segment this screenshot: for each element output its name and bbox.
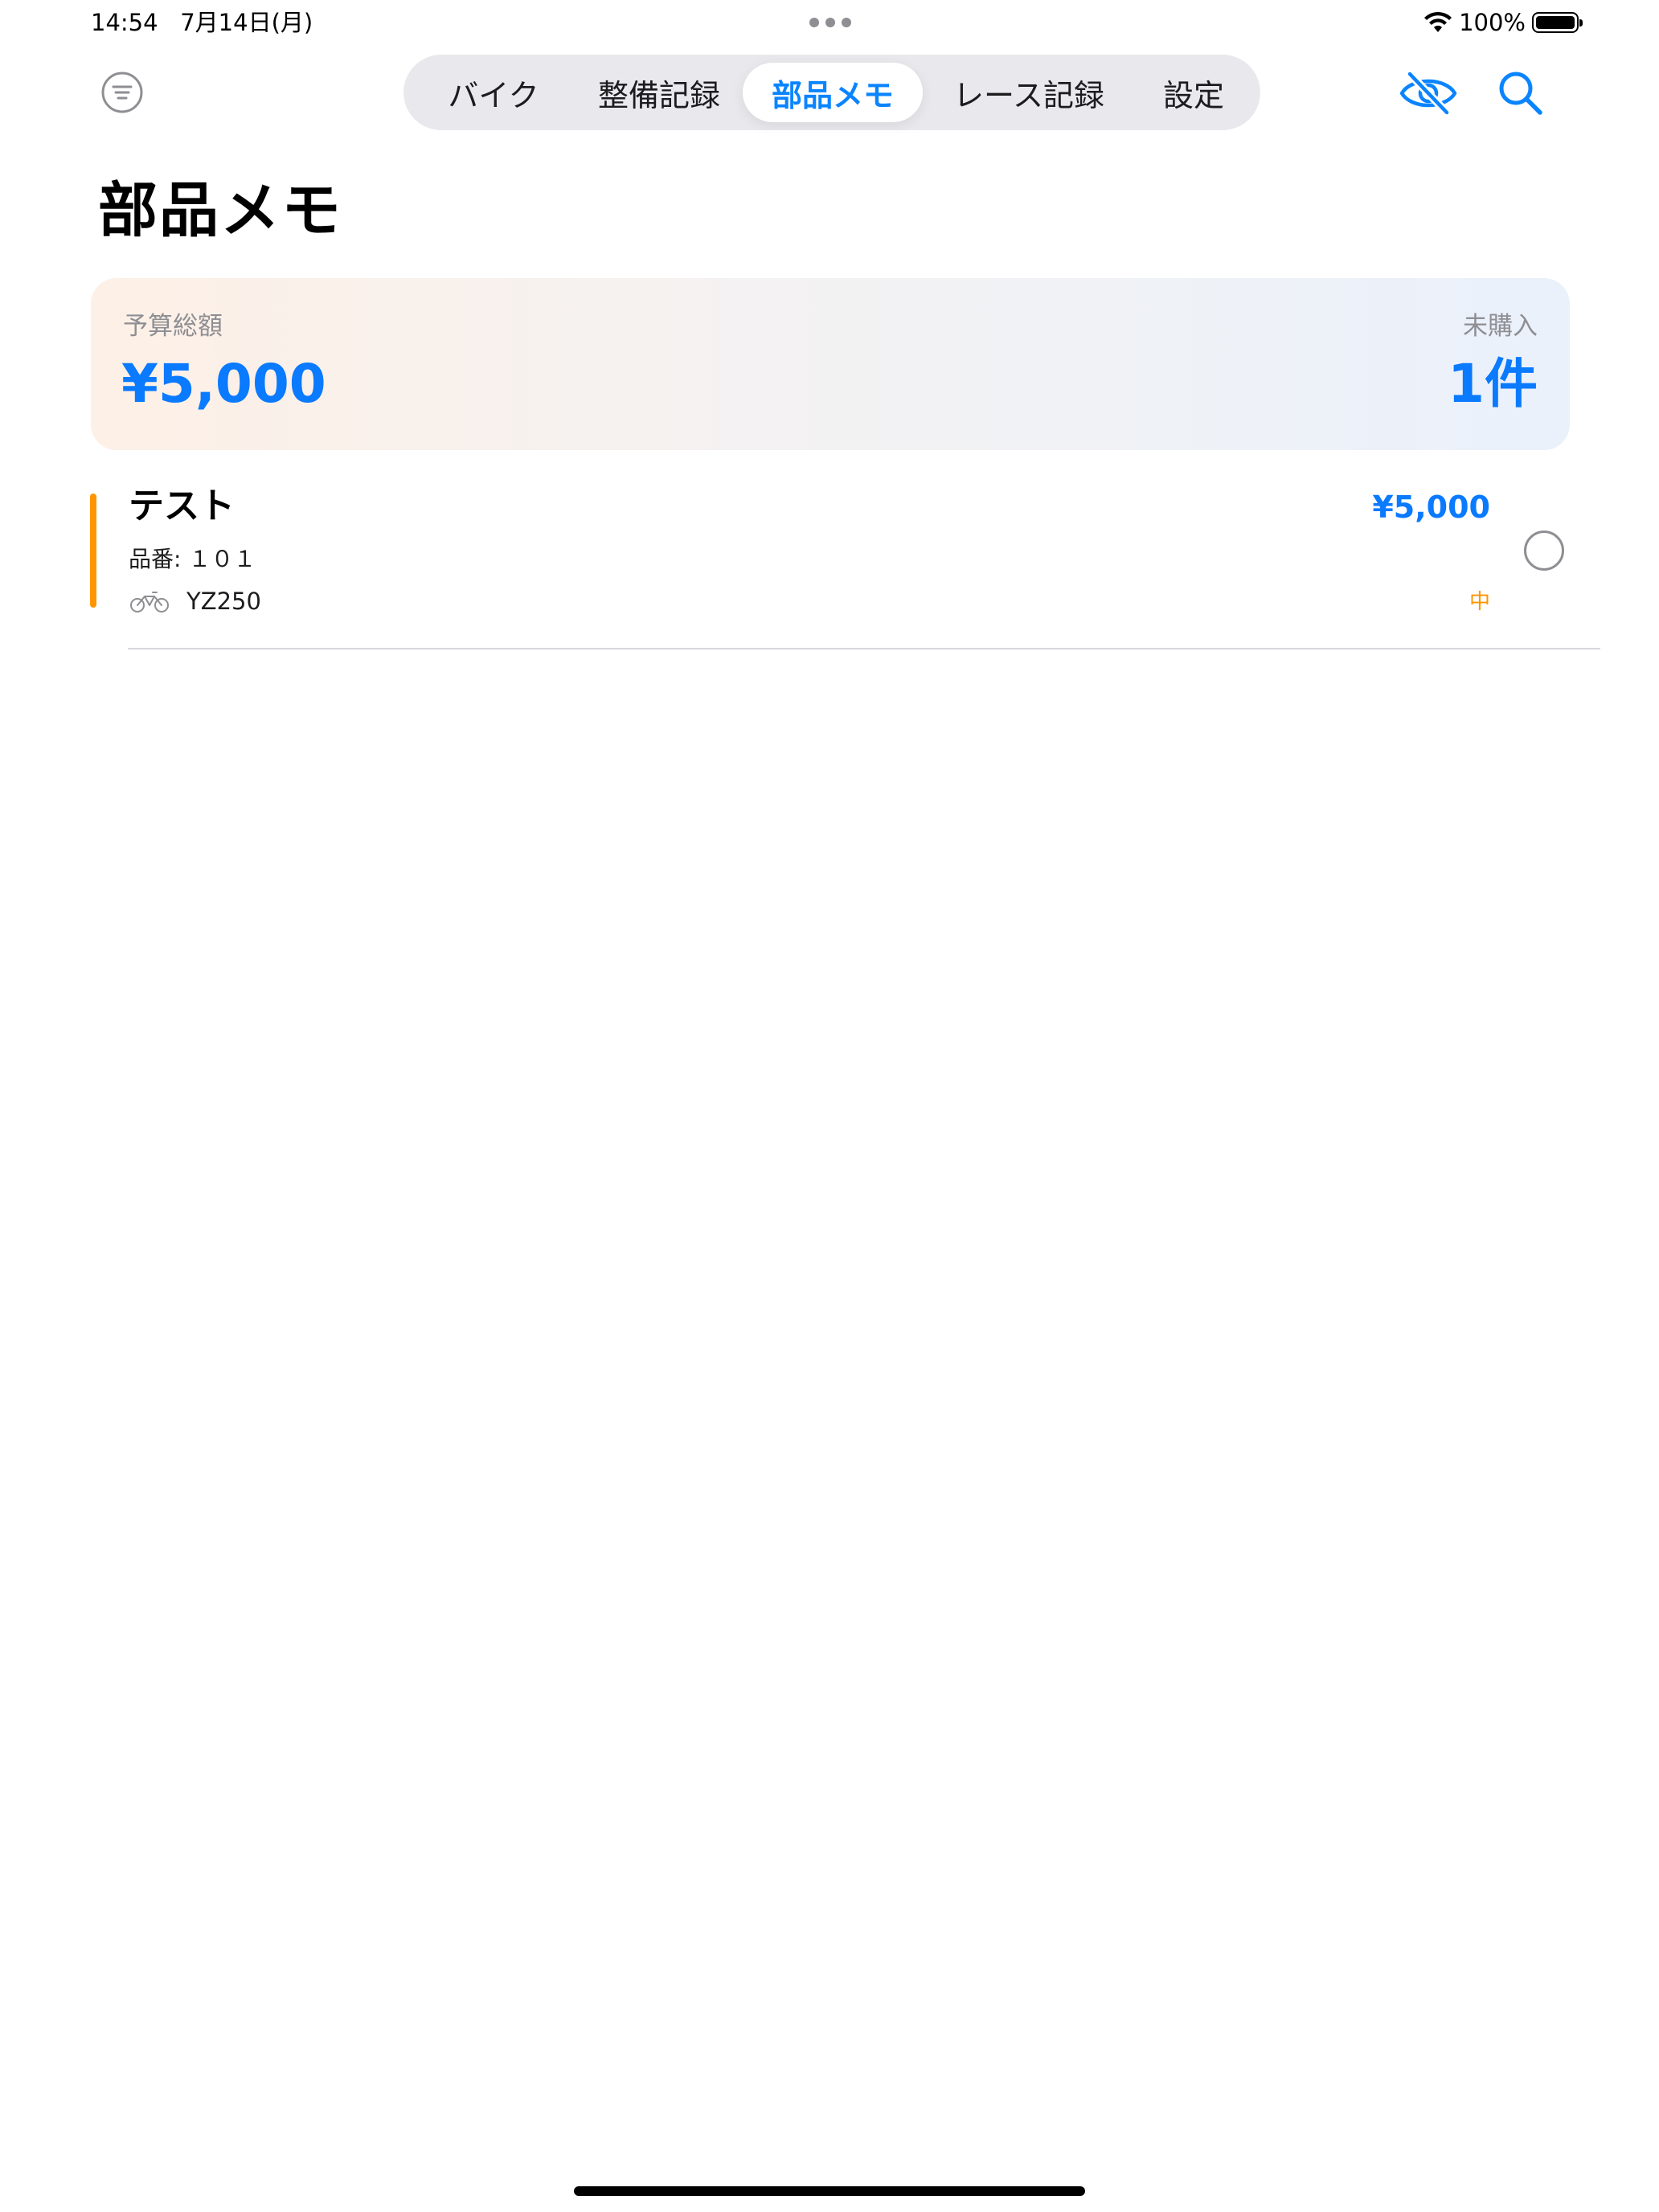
part-price: ¥5,000 [1372,490,1490,525]
list-circle-icon [101,72,143,113]
budget-total-label: 予算総額 [123,312,223,341]
visibility-toggle-button[interactable] [1399,69,1458,117]
tab-parts-memo[interactable]: 部品メモ [743,63,923,122]
tab-bar: バイク 整備記録 部品メモ レース記録 設定 [403,55,1260,130]
priority-label: 中 [1469,590,1490,614]
multitasking-dots-icon[interactable] [809,18,854,29]
menu-button[interactable] [100,70,145,115]
battery-icon [1532,12,1583,33]
row-divider [128,648,1600,649]
purchased-checkbox[interactable] [1524,530,1564,571]
tab-race-records[interactable]: レース記録 [923,63,1135,122]
part-name: テスト [129,485,235,526]
status-time: 14:54 [91,9,158,36]
unpurchased-label: 未購入 [1463,312,1538,341]
page-title: 部品メモ [98,176,342,245]
motorcycle-icon [130,592,169,612]
eye-slash-icon [1399,71,1457,116]
status-time-date: 14:54 7月14日(月) [91,8,313,37]
tab-bike[interactable]: バイク [412,63,576,122]
unpurchased-count: 1件 [1448,353,1538,415]
status-date: 7月14日(月) [180,9,313,36]
summary-card: 予算総額 ¥5,000 未購入 1件 [91,278,1570,450]
magnifying-glass-icon [1499,72,1542,115]
bike-name: YZ250 [186,588,261,615]
tab-settings[interactable]: 設定 [1135,63,1252,122]
tab-maintenance[interactable]: 整備記録 [576,63,743,122]
part-number: 品番: １０１ [129,546,256,572]
budget-total-value: ¥5,000 [121,353,326,415]
home-indicator[interactable] [574,2186,1085,2196]
priority-indicator-bar [90,494,96,608]
status-indicators: 100% [1423,7,1583,38]
wifi-icon [1424,11,1452,32]
search-button[interactable] [1495,68,1546,119]
battery-percent: 100% [1459,9,1526,36]
